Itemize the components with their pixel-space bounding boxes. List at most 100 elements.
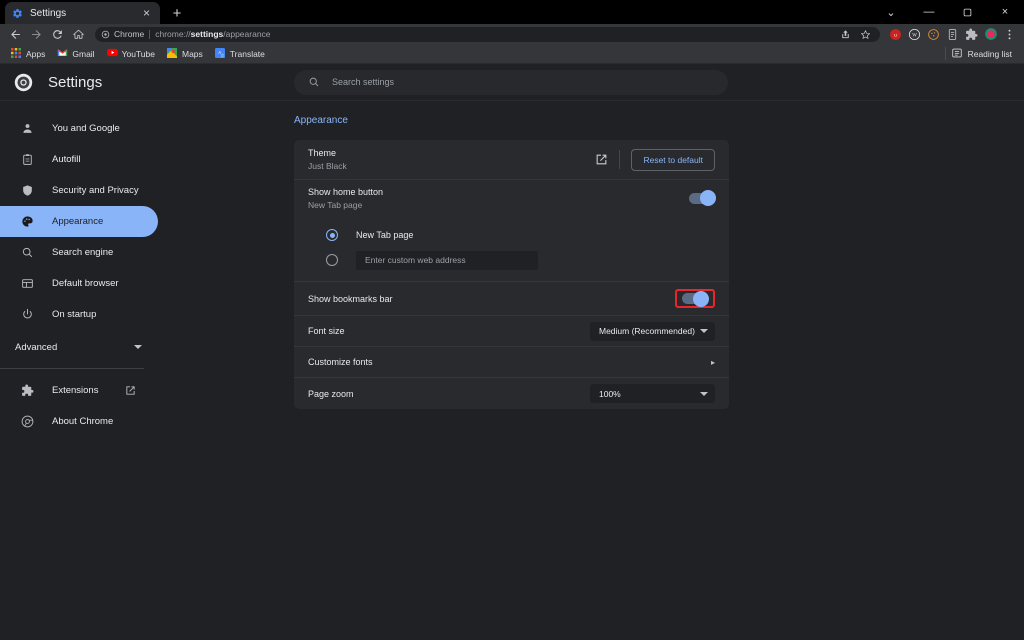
browser-window-icon — [20, 277, 34, 291]
toggle-knob — [700, 190, 716, 206]
tab-strip: Settings × + ⌄ — × — [0, 0, 1024, 24]
row-title: Show bookmarks bar — [308, 294, 675, 304]
chevron-down-icon — [700, 392, 708, 396]
sidebar-item-extensions[interactable]: Extensions — [0, 375, 158, 406]
gmail-icon — [57, 48, 68, 59]
page-zoom-select[interactable]: 100% — [590, 384, 715, 403]
sidebar-advanced-label: Advanced — [15, 342, 57, 353]
settings-search-wrap: Search settings — [294, 70, 1024, 95]
puzzle-icon — [20, 384, 34, 398]
custom-web-address-placeholder: Enter custom web address — [365, 255, 466, 265]
sidebar-item-advanced[interactable]: Advanced — [0, 330, 160, 364]
sidebar-item-you-and-google[interactable]: You and Google — [0, 113, 158, 144]
open-in-new-icon[interactable] — [120, 381, 140, 401]
row-customize-fonts[interactable]: Customize fonts ▸ — [294, 347, 729, 378]
url-bold: settings — [191, 29, 224, 39]
bookmarks-bar: Apps Gmail YouTube Maps A文 Translate — [0, 44, 1024, 64]
cookie-extension-icon[interactable] — [925, 26, 942, 43]
row-divider — [619, 150, 620, 169]
bookmark-translate[interactable]: A文 Translate — [210, 47, 270, 60]
power-icon — [20, 308, 34, 322]
minimize-button[interactable]: — — [910, 0, 948, 24]
row-show-bookmarks-bar: Show bookmarks bar — [294, 282, 729, 316]
three-dot-menu-icon[interactable] — [1001, 26, 1018, 43]
radio-button[interactable] — [326, 254, 338, 266]
search-input[interactable]: Search settings — [294, 70, 728, 95]
forward-icon[interactable] — [27, 25, 46, 44]
sidebar-item-label: Security and Privacy — [52, 185, 139, 196]
sidebar-item-label: You and Google — [52, 123, 120, 134]
bookmark-youtube[interactable]: YouTube — [102, 47, 160, 60]
home-icon[interactable] — [69, 25, 88, 44]
sidebar-item-search-engine[interactable]: Search engine — [0, 237, 158, 268]
row-title: Font size — [308, 326, 590, 336]
settings-body: You and Google Autofill Security and Pri… — [0, 101, 1024, 639]
tab-settings[interactable]: Settings × — [5, 2, 160, 24]
youtube-icon — [107, 48, 118, 59]
reading-list-label: Reading list — [968, 49, 1012, 59]
url-suffix: /appearance — [223, 29, 270, 39]
appearance-card: Theme Just Black Reset to default Show h… — [294, 140, 729, 409]
maximize-button[interactable] — [948, 0, 986, 24]
site-chip-label: Chrome — [114, 29, 144, 39]
reading-list-button[interactable]: Reading list — [945, 47, 1018, 60]
sidebar-item-autofill[interactable]: Autofill — [0, 144, 158, 175]
custom-web-address-input[interactable]: Enter custom web address — [356, 251, 538, 270]
svg-text:W: W — [912, 33, 917, 38]
person-icon — [20, 122, 34, 136]
browser-window: Settings × + ⌄ — × Chrome — [0, 0, 1024, 640]
url-prefix: chrome:// — [155, 29, 190, 39]
row-font-size: Font size Medium (Recommended) — [294, 316, 729, 347]
puzzle-extensions-icon[interactable] — [963, 26, 980, 43]
font-size-select[interactable]: Medium (Recommended) — [590, 322, 715, 341]
show-bookmarks-bar-toggle[interactable] — [682, 293, 708, 304]
chevron-down-icon[interactable]: ⌄ — [872, 0, 910, 24]
sidebar-item-label: Extensions — [52, 385, 98, 396]
reading-list-icon — [952, 48, 963, 59]
settings-header: Settings Search settings — [0, 64, 1024, 101]
bookmark-gmail[interactable]: Gmail — [52, 47, 99, 60]
new-tab-button[interactable]: + — [166, 2, 188, 24]
settings-sidebar: You and Google Autofill Security and Pri… — [0, 101, 160, 639]
ublock-origin-icon[interactable]: u — [887, 26, 904, 43]
search-icon — [308, 76, 320, 88]
close-button[interactable]: × — [986, 0, 1024, 24]
close-icon[interactable]: × — [140, 7, 153, 20]
translate-icon: A文 — [215, 48, 226, 59]
toggle-knob — [693, 291, 709, 307]
sidebar-item-default-browser[interactable]: Default browser — [0, 268, 158, 299]
address-bar-url: chrome://settings/appearance — [155, 29, 270, 39]
sidebar-item-appearance[interactable]: Appearance — [0, 206, 158, 237]
search-icon — [20, 246, 34, 260]
bookmark-maps[interactable]: Maps — [162, 47, 208, 60]
wikipedia-extension-icon[interactable]: W — [906, 26, 923, 43]
back-icon[interactable] — [6, 25, 25, 44]
radio-button[interactable] — [326, 229, 338, 241]
row-title: Page zoom — [308, 389, 590, 399]
sidebar-item-on-startup[interactable]: On startup — [0, 299, 158, 330]
chrome-logo-icon — [20, 415, 34, 429]
sidebar-item-security-and-privacy[interactable]: Security and Privacy — [0, 175, 158, 206]
sidebar-item-label: Appearance — [52, 216, 103, 227]
chevron-right-icon[interactable]: ▸ — [711, 358, 715, 367]
show-home-button-toggle[interactable] — [689, 193, 715, 204]
reload-icon[interactable] — [48, 25, 67, 44]
open-in-new-icon[interactable] — [591, 150, 611, 170]
sidebar-item-label: On startup — [52, 309, 96, 320]
reset-to-default-button[interactable]: Reset to default — [631, 149, 715, 171]
sidebar-item-label: Autofill — [52, 154, 81, 165]
site-chip: Chrome — [101, 29, 144, 39]
star-icon[interactable] — [857, 26, 874, 43]
shield-icon — [20, 184, 34, 198]
radio-new-tab-page[interactable]: New Tab page — [326, 224, 729, 246]
bookmark-label: Gmail — [72, 49, 94, 59]
bookmark-apps[interactable]: Apps — [6, 47, 50, 60]
radio-custom-address[interactable]: Enter custom web address — [326, 249, 729, 271]
sidebar-item-about-chrome[interactable]: About Chrome — [0, 406, 158, 437]
profile-avatar[interactable] — [982, 26, 999, 43]
reading-mode-icon[interactable] — [944, 26, 961, 43]
chrome-logo-icon — [14, 73, 33, 92]
share-icon[interactable] — [837, 26, 854, 43]
sidebar-item-label: Search engine — [52, 247, 113, 258]
address-bar[interactable]: Chrome chrome://settings/appearance — [95, 27, 880, 42]
